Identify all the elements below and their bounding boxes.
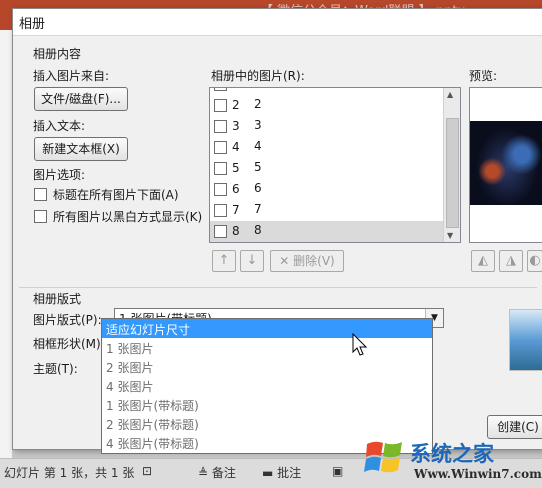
notes-label: 备注 — [211, 466, 236, 480]
slide-info: 幻灯片 第 1 张，共 1 张 — [4, 466, 135, 480]
dialog-title: 相册 — [19, 17, 46, 32]
picture-index: 7 — [232, 203, 240, 217]
preview-image — [470, 121, 542, 205]
picture-index: 5 — [232, 161, 240, 175]
scroll-down-icon[interactable]: ▼ — [447, 231, 453, 240]
preview-pane — [469, 87, 542, 243]
picture-index: 3 — [232, 119, 240, 133]
picture-name: 8 — [254, 223, 262, 237]
picture-checkbox[interactable] — [214, 204, 227, 217]
rotate-left-icon[interactable]: ◭ — [471, 250, 495, 272]
picture-index: 1 — [232, 88, 240, 91]
scroll-up-icon[interactable]: ▲ — [447, 90, 453, 99]
list-item[interactable]: 6 6 — [210, 179, 444, 200]
watermark-url: Www.Winwin7.com — [414, 467, 542, 481]
comments-button[interactable]: ▬ 批注 — [262, 464, 301, 481]
picture-index: 6 — [232, 182, 240, 196]
picture-options-label: 图片选项: — [33, 168, 86, 182]
watermark-logo: 系统之家 Www.Winwin7.com — [362, 434, 542, 487]
album-content-heading: 相册内容 — [33, 47, 82, 61]
pictures-in-album-label: 相册中的图片(R): — [211, 69, 305, 83]
insert-from-label: 插入图片来自: — [33, 69, 110, 83]
list-item-selected[interactable]: 8 8 — [210, 221, 444, 242]
move-down-icon[interactable]: ↓ — [240, 250, 264, 272]
file-disk-button[interactable]: 文件/磁盘(F)... — [34, 87, 128, 111]
delete-label: 删除(V) — [293, 254, 335, 268]
scrollbar-thumb[interactable] — [446, 118, 459, 228]
new-textbox-button[interactable]: 新建文本框(X) — [34, 137, 128, 161]
list-item[interactable]: 1 — [210, 88, 444, 95]
windows-logo-icon — [364, 441, 402, 473]
picture-checkbox[interactable] — [214, 225, 227, 238]
notes-button[interactable]: ≜ 备注 — [198, 464, 236, 481]
layout-option[interactable]: 适应幻灯片尺寸 — [102, 319, 432, 338]
language-icon[interactable]: ⊡ — [142, 464, 152, 478]
section-divider — [19, 287, 537, 288]
picture-checkbox[interactable] — [214, 88, 227, 91]
picture-name: 5 — [254, 160, 262, 174]
theme-label: 主题(T): — [33, 362, 78, 376]
picture-name: 6 — [254, 181, 262, 195]
mouse-cursor-icon — [352, 333, 368, 356]
list-item[interactable]: 7 7 — [210, 200, 444, 221]
picture-checkbox[interactable] — [214, 141, 227, 154]
comments-label: 批注 — [277, 466, 302, 480]
picture-index: 4 — [232, 140, 240, 154]
picture-checkbox[interactable] — [214, 99, 227, 112]
move-up-icon[interactable]: ↑ — [212, 250, 236, 272]
picture-name: 3 — [254, 118, 262, 132]
picture-name: 2 — [254, 97, 262, 111]
picture-name: 7 — [254, 202, 262, 216]
layout-option[interactable]: 2 张图片(带标题) — [102, 414, 432, 433]
dialog-title-bar: 相册 — [13, 9, 542, 36]
picture-checkbox[interactable] — [214, 183, 227, 196]
album-layout-heading: 相册版式 — [33, 292, 82, 306]
picture-checkbox[interactable] — [214, 120, 227, 133]
delete-button[interactable]: ✕ 删除(V) — [270, 250, 344, 272]
picture-checkbox[interactable] — [214, 162, 227, 175]
slide-pane — [0, 30, 12, 460]
list-item[interactable]: 2 2 — [210, 95, 444, 116]
frame-shape-label: 相框形状(M): — [33, 337, 105, 351]
picture-name: 4 — [254, 139, 262, 153]
layout-option[interactable]: 1 张图片(带标题) — [102, 395, 432, 414]
black-white-checkbox[interactable] — [34, 210, 47, 223]
normal-view-icon[interactable]: ▣ — [332, 464, 343, 478]
insert-text-label: 插入文本: — [33, 119, 86, 133]
contrast-icon[interactable]: ◐ — [527, 250, 542, 272]
layout-option[interactable]: 1 张图片 — [102, 338, 432, 357]
picture-layout-label: 图片版式(P): — [33, 313, 102, 327]
watermark-brand: 系统之家 — [410, 442, 494, 466]
pictures-list[interactable]: 1 2 2 3 3 4 4 5 5 6 6 7 7 — [209, 87, 461, 243]
layout-option[interactable]: 2 张图片 — [102, 357, 432, 376]
preview-label: 预览: — [469, 69, 498, 83]
caption-below-label: 标题在所有图片下面(A) — [53, 188, 179, 202]
list-item[interactable]: 5 5 — [210, 158, 444, 179]
rotate-right-icon[interactable]: ◮ — [499, 250, 523, 272]
picture-index: 8 — [232, 224, 240, 238]
list-scrollbar[interactable]: ▲ ▼ — [443, 88, 460, 242]
list-item[interactable]: 4 4 — [210, 137, 444, 158]
layout-option[interactable]: 4 张图片 — [102, 376, 432, 395]
black-white-label: 所有图片以黑白方式显示(K) — [53, 210, 203, 224]
picture-index: 2 — [232, 98, 240, 112]
list-item[interactable]: 3 3 — [210, 116, 444, 137]
layout-preview-thumbnail — [509, 309, 542, 371]
caption-below-checkbox[interactable] — [34, 188, 47, 201]
